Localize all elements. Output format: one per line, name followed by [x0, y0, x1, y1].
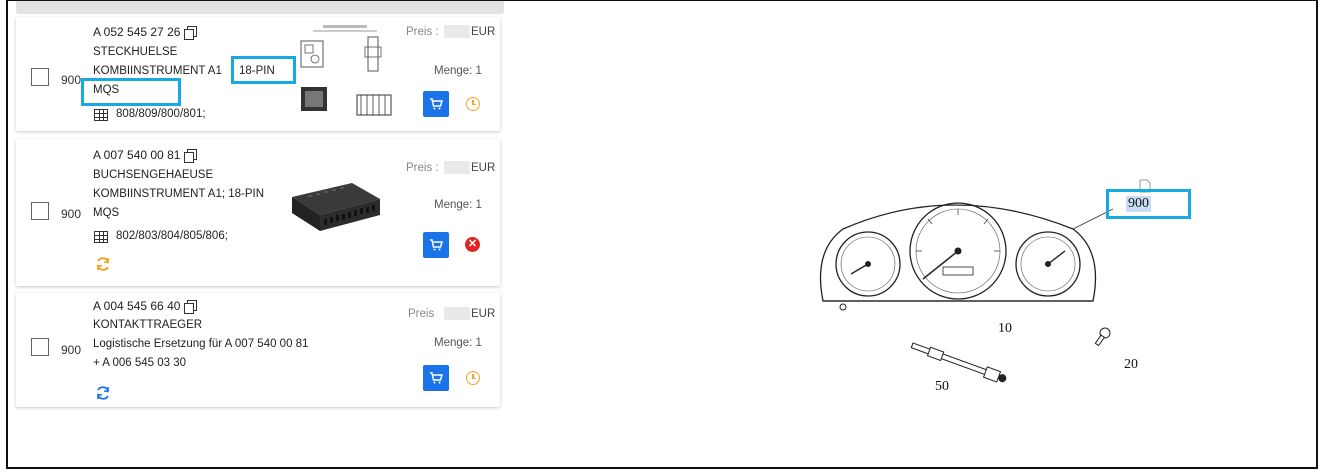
part-drawing [300, 25, 392, 116]
add-to-cart-button[interactable] [423, 91, 449, 117]
part-card: 900 A 052 545 27 26 STECKHUELSE KOMBIINS… [16, 17, 500, 131]
highlight-box [1106, 189, 1191, 219]
part-number: A 004 545 66 40 [93, 299, 198, 314]
part-name: BUCHSENGEHAEUSE [93, 169, 214, 181]
part-name: KONTAKTTRAEGER [93, 319, 203, 331]
add-to-cart-button[interactable] [423, 232, 449, 258]
part-description-a: KOMBIINSTRUMENT A1 [93, 65, 222, 77]
price-value-hidden [444, 307, 470, 320]
part-description-2: + A 006 545 03 30 [93, 357, 187, 369]
copy-icon[interactable] [184, 26, 198, 40]
copy-icon[interactable] [184, 300, 198, 314]
price-value-hidden [444, 161, 470, 174]
quantity: Menge: 1 [434, 337, 482, 349]
clock-icon[interactable] [466, 371, 480, 385]
copy-icon[interactable] [184, 149, 198, 163]
refresh-icon[interactable] [95, 385, 111, 401]
cart-icon [430, 98, 443, 110]
models-grid-icon [94, 231, 108, 243]
unavailable-x-icon[interactable]: ✕ [465, 237, 480, 252]
part-card: 900 A 007 540 00 81 BUCHSENGEHAEUSE KOMB… [16, 139, 500, 286]
models-grid-icon [94, 109, 108, 121]
part-checkbox[interactable] [31, 338, 49, 356]
part-description: Logistische Ersetzung für A 007 540 00 8… [93, 338, 309, 350]
highlight-box [231, 56, 296, 84]
position-number: 900 [61, 343, 82, 357]
exploded-diagram [819, 202, 1114, 383]
callout-20[interactable]: 20 [1124, 357, 1138, 373]
price-label: Preis [408, 308, 435, 320]
position-number: 900 [61, 73, 82, 87]
app-frame: 900 A 052 545 27 26 STECKHUELSE KOMBIINS… [6, 0, 1318, 469]
quantity: Menge: 1 [434, 65, 482, 77]
part-photo [292, 183, 380, 231]
cart-icon [430, 239, 443, 251]
clock-icon[interactable] [466, 97, 480, 111]
part-checkbox[interactable] [31, 68, 49, 86]
price-currency: EUR [471, 308, 496, 320]
part-card: 900 A 004 545 66 40 KONTAKTTRAEGER Logis… [16, 293, 500, 407]
callout-50[interactable]: 50 [935, 379, 949, 395]
part-name: STECKHUELSE [93, 46, 178, 58]
part-number: A 052 545 27 26 [93, 25, 198, 40]
callout-10[interactable]: 10 [998, 321, 1012, 337]
part-number-text: A 052 545 27 26 [93, 25, 181, 39]
add-to-cart-button[interactable] [423, 365, 449, 391]
list-scroll-top [16, 1, 504, 14]
model-list: 808/809/800/801; [116, 108, 206, 120]
part-number-text: A 004 545 66 40 [93, 299, 181, 313]
price-currency: EUR [471, 162, 496, 174]
quantity: Menge: 1 [434, 199, 482, 211]
part-checkbox[interactable] [31, 202, 49, 220]
part-description-2: MQS [93, 207, 120, 219]
part-number: A 007 540 00 81 [93, 148, 198, 163]
price-label: Preis : [406, 26, 439, 38]
cart-icon [430, 372, 443, 384]
price-label: Preis : [406, 162, 439, 174]
model-list: 802/803/804/805/806; [116, 230, 228, 242]
highlight-box [81, 78, 181, 106]
refresh-icon[interactable] [95, 256, 111, 272]
part-number-text: A 007 540 00 81 [93, 148, 181, 162]
part-description: KOMBIINSTRUMENT A1; 18-PIN [93, 188, 265, 200]
position-number: 900 [61, 207, 82, 221]
price-value-hidden [444, 25, 470, 38]
price-currency: EUR [471, 26, 496, 38]
